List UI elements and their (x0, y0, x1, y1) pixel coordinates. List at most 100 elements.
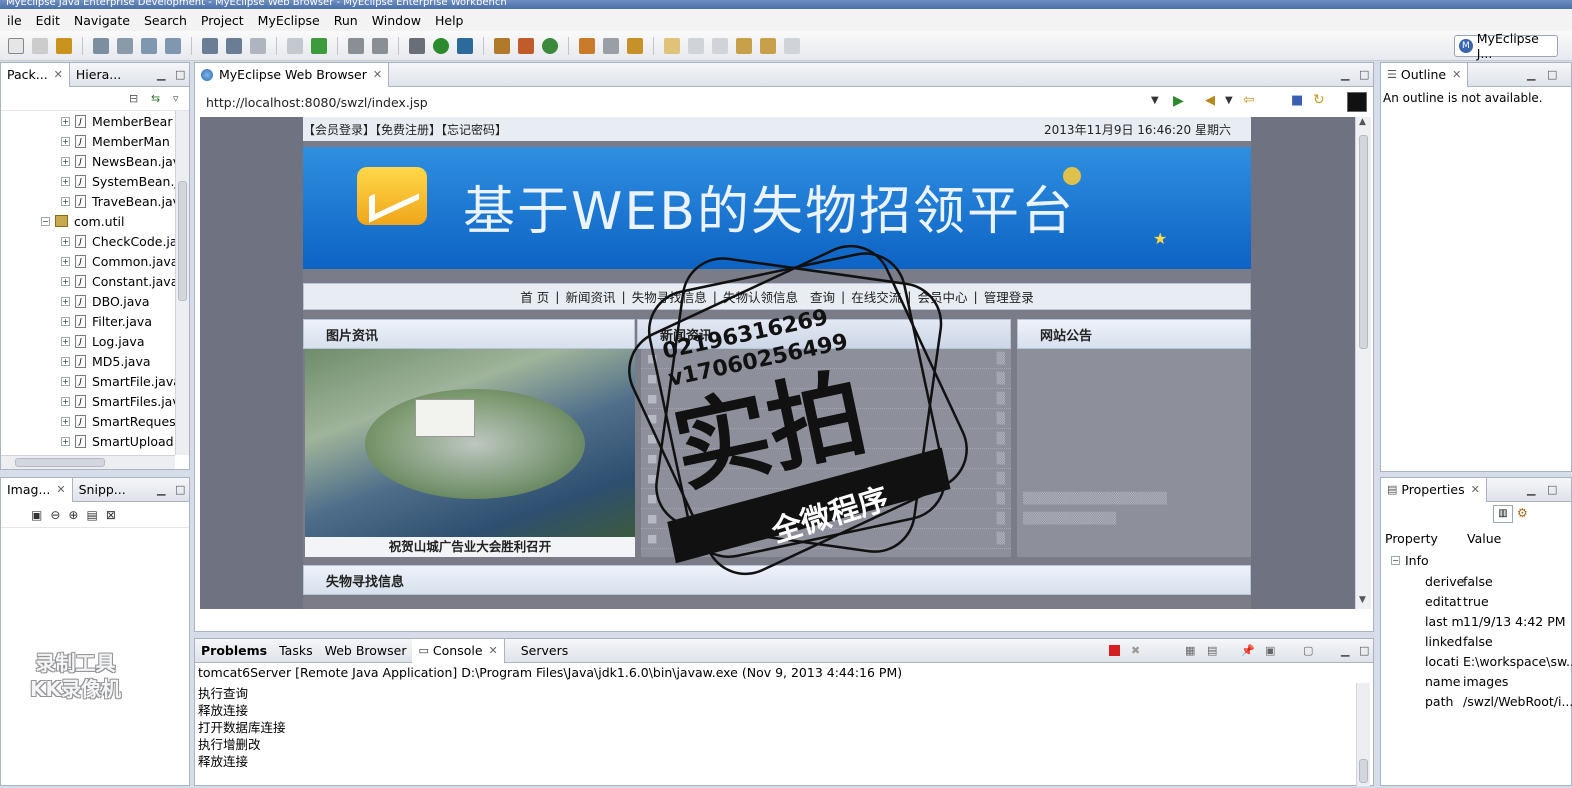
collapse-all-icon[interactable]: ⊟ (129, 92, 138, 105)
annotation-icon[interactable] (688, 37, 704, 54)
scroll-up-icon[interactable]: ▲ (1359, 117, 1366, 127)
tree-package-item[interactable]: − com.util (41, 211, 124, 231)
tree-file-item[interactable]: + J CheckCode.ja (61, 231, 175, 251)
remove-launch-icon[interactable]: ✖ (1131, 644, 1140, 657)
list-item[interactable]: ■ ▒ (641, 349, 1011, 369)
list-item[interactable]: ■ ▒ (641, 409, 1011, 429)
member-links[interactable]: 【会员登录】【免费注册】【忘记密码】 (303, 121, 507, 138)
open-type-icon[interactable] (372, 37, 388, 54)
list-item[interactable]: ■ ▒ (641, 489, 1011, 509)
new-icon[interactable] (8, 37, 24, 54)
property-key[interactable]: derive (1425, 574, 1464, 589)
tree-file-item[interactable]: + J Constant.java (61, 271, 175, 291)
url-input[interactable]: http://localhost:8080/swzl/index.jsp (201, 92, 1163, 114)
package-tree-hscrollbar[interactable] (1, 455, 175, 469)
display-console-icon[interactable]: ▣ (1265, 644, 1275, 657)
zoom-in-icon[interactable]: ⊕ (68, 508, 78, 522)
expand-icon[interactable]: + (61, 236, 70, 246)
news-photo[interactable] (305, 349, 635, 537)
nav-home[interactable]: 首 页 (514, 287, 555, 306)
minimize-icon[interactable]: ▁ (1527, 68, 1535, 81)
tab-outline[interactable]: ☰ Outline ✕ (1381, 62, 1469, 87)
print-icon[interactable] (56, 37, 72, 54)
property-value[interactable]: false (1463, 574, 1493, 589)
browser-scrollbar[interactable]: ▲ ▼ (1355, 117, 1371, 609)
gear-icon[interactable] (409, 37, 425, 54)
rotate-icon[interactable]: ⊠ (106, 508, 116, 522)
maximize-icon[interactable]: □ (175, 68, 185, 81)
scroll-thumb[interactable] (15, 458, 105, 467)
tab-servers[interactable]: Servers (505, 639, 575, 663)
expand-icon[interactable]: + (61, 196, 70, 206)
tree-file-item[interactable]: + J SmartReques (61, 411, 175, 431)
property-value[interactable]: E:\workspace\sw... (1463, 654, 1572, 669)
tree-file-item[interactable]: + J SmartFile.java (61, 371, 175, 391)
forward-icon[interactable] (760, 37, 776, 54)
minimize-icon[interactable]: ▁ (1341, 68, 1349, 81)
next-annotation-icon[interactable] (712, 37, 728, 54)
maximize-icon[interactable]: □ (1359, 68, 1369, 81)
nav-member[interactable]: 会员中心 (911, 287, 973, 306)
tab-problems[interactable]: Problems (195, 639, 273, 663)
property-group-info[interactable]: − Info (1391, 553, 1429, 568)
console-icon[interactable] (226, 37, 242, 54)
terminate-icon[interactable] (1109, 645, 1120, 656)
stop-icon[interactable]: ■ (1291, 93, 1303, 108)
run-icon[interactable] (433, 37, 449, 54)
tree-file-item[interactable]: + J MemberMan (61, 131, 170, 151)
debug-tool-icon[interactable] (93, 37, 109, 54)
close-icon[interactable]: ✕ (1452, 68, 1461, 81)
run-config-icon[interactable] (457, 37, 473, 54)
close-icon[interactable]: ✕ (56, 483, 65, 496)
refresh-icon[interactable]: ↻ (1313, 92, 1325, 108)
maximize-icon[interactable]: □ (1547, 483, 1557, 496)
list-item[interactable]: ■ ▒ (641, 389, 1011, 409)
categories-icon[interactable]: ▥ (1493, 505, 1513, 523)
globe-icon[interactable] (250, 37, 266, 54)
zoom-out-icon[interactable]: ⊖ (50, 508, 60, 522)
maximize-icon[interactable]: □ (1359, 644, 1369, 657)
back-dropdown-icon[interactable]: ▼ (1225, 95, 1233, 106)
tree-file-item[interactable]: + J SmartUpload (61, 431, 174, 451)
nav-lost-search[interactable]: 失物寻找信息 (626, 287, 713, 306)
menu-navigate[interactable]: Navigate (67, 13, 137, 28)
expand-icon[interactable]: + (61, 316, 70, 326)
pencil-icon[interactable] (603, 37, 619, 54)
go-icon[interactable]: ▶ (1173, 93, 1184, 109)
perspective-switcher[interactable]: M MyEclipse J... (1454, 31, 1558, 61)
property-value[interactable]: true (1463, 594, 1489, 609)
maximize-icon[interactable]: □ (175, 483, 185, 496)
nav-chat[interactable]: 在线交流 (845, 287, 907, 306)
collapse-icon[interactable]: − (41, 216, 50, 226)
nav-claim[interactable]: 失物认领信息 (717, 287, 804, 306)
forward-icon[interactable]: ⇦ (1243, 92, 1255, 108)
scroll-lock-icon[interactable]: ▤ (1207, 644, 1217, 657)
tree-file-item[interactable]: + J Filter.java (61, 311, 152, 331)
expand-icon[interactable]: + (61, 276, 70, 286)
browser-folder-icon[interactable] (627, 37, 643, 54)
list-item[interactable]: ■ ▒ (641, 509, 1011, 529)
property-key[interactable]: last m (1425, 614, 1464, 629)
property-value[interactable]: 11/9/13 4:42 PM (1463, 614, 1566, 629)
expand-icon[interactable]: + (61, 136, 70, 146)
scroll-thumb[interactable] (178, 181, 187, 301)
menu-search[interactable]: Search (137, 13, 194, 28)
nav-query[interactable]: 查询 (804, 287, 841, 306)
scroll-down-icon[interactable]: ▼ (1359, 595, 1366, 605)
property-value[interactable]: false (1463, 634, 1493, 649)
list-item[interactable]: ■ ▒ (641, 529, 1011, 549)
list-item[interactable]: ■ ▒ (641, 369, 1011, 389)
tree-file-item[interactable]: + J TraveBean.jav (61, 191, 175, 211)
menu-window[interactable]: Window (365, 13, 428, 28)
back-icon[interactable] (736, 37, 752, 54)
tab-image-viewer[interactable]: Imag... ✕ (1, 477, 73, 502)
nav-admin-login[interactable]: 管理登录 (978, 287, 1040, 306)
expand-icon[interactable]: + (61, 296, 70, 306)
scroll-thumb[interactable] (1359, 135, 1368, 349)
refresh-icon[interactable] (311, 37, 327, 54)
expand-icon[interactable]: + (61, 156, 70, 166)
expand-icon[interactable]: + (61, 436, 70, 446)
property-value[interactable]: images (1463, 674, 1508, 689)
menu-edit[interactable]: Edit (29, 13, 67, 28)
menu-run[interactable]: Run (327, 13, 365, 28)
